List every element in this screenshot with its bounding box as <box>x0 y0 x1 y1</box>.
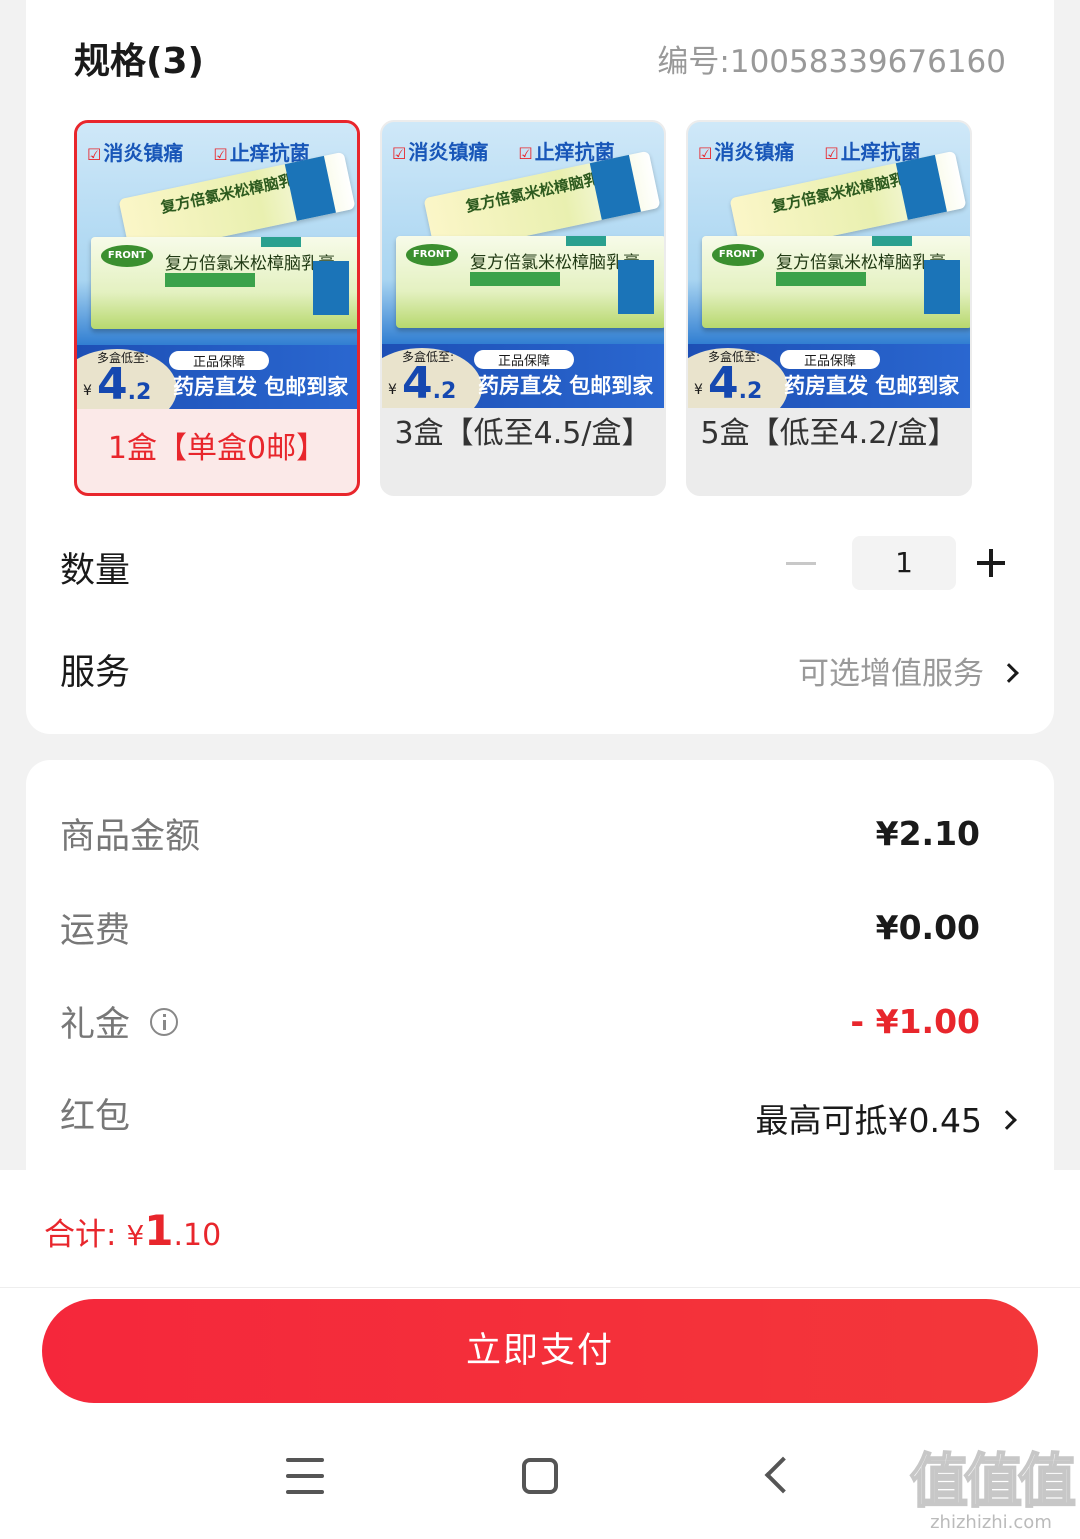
redpack-row[interactable]: 红包 最高可抵¥0.45 <box>60 1088 1017 1140</box>
service-row[interactable]: 服务 可选增值服务 <box>60 644 1019 694</box>
service-label: 服务 <box>60 653 131 693</box>
gift-value: - ¥1.00 <box>850 1002 980 1041</box>
shipping-value: ¥0.00 <box>875 908 980 947</box>
home-icon[interactable] <box>522 1458 558 1494</box>
pay-now-button[interactable]: 立即支付 <box>42 1299 1038 1403</box>
goods-amount-row: 商品金额 ¥2.10 <box>60 808 980 858</box>
total-amount: 合计: ¥1.10 <box>44 1206 222 1255</box>
goods-amount-value: ¥2.10 <box>875 814 980 853</box>
gift-row: 礼金 - ¥1.00 <box>60 996 980 1046</box>
pay-area: 立即支付 值值值 zhizhizhi.com <box>0 1288 1080 1539</box>
service-value: 可选增值服务 <box>798 656 984 692</box>
product-thumbnail: ☑ 消炎镇痛 ☑ 止痒抗菌 复方倍氯米松樟脑乳膏 FRONT 复方倍氯米松樟脑乳膏 多… <box>77 123 357 409</box>
shipping-row: 运费 ¥0.00 <box>60 902 980 952</box>
quantity-input[interactable]: 1 <box>852 536 956 590</box>
chevron-right-icon <box>997 1109 1017 1130</box>
plus-icon[interactable] <box>964 536 1018 590</box>
spec-option-1[interactable]: ☑ 消炎镇痛 ☑ 止痒抗菌 复方倍氯米松樟脑乳膏 FRONT 复方倍氯米松樟脑乳膏 多… <box>74 120 360 496</box>
redpack-label: 红包 <box>60 1097 131 1137</box>
back-icon[interactable] <box>764 1456 802 1494</box>
chevron-right-icon <box>999 662 1019 683</box>
product-thumbnail: ☑ 消炎镇痛 ☑ 止痒抗菌 复方倍氯米松樟脑乳膏 FRONT 复方倍氯米松樟脑乳膏 多… <box>382 122 664 408</box>
quantity-label: 数量 <box>60 551 131 591</box>
goods-amount-label: 商品金额 <box>60 817 201 857</box>
shipping-label: 运费 <box>60 911 131 951</box>
gift-label: 礼金 <box>60 1005 131 1045</box>
product-thumbnail: ☑ 消炎镇痛 ☑ 止痒抗菌 复方倍氯米松樟脑乳膏 FRONT 复方倍氯米松樟脑乳膏 多… <box>688 122 970 408</box>
watermark: 值值值 zhizhizhi.com <box>909 1446 1077 1533</box>
total-bar: 合计: ¥1.10 <box>0 1170 1080 1288</box>
spec-title: 规格(3) <box>74 41 204 82</box>
spec-option-3[interactable]: ☑ 消炎镇痛 ☑ 止痒抗菌 复方倍氯米松樟脑乳膏 FRONT 复方倍氯米松樟脑乳膏 多… <box>380 120 666 496</box>
fee-card: 商品金额 ¥2.10 运费 ¥0.00 礼金 - ¥1.00 红包 最高可抵¥0… <box>26 760 1054 1180</box>
minus-icon[interactable] <box>786 561 816 565</box>
info-icon[interactable] <box>150 1008 179 1036</box>
spec-option-5[interactable]: ☑ 消炎镇痛 ☑ 止痒抗菌 复方倍氯米松樟脑乳膏 FRONT 复方倍氯米松樟脑乳膏 多… <box>686 120 972 496</box>
quantity-stepper: 1 <box>786 536 1018 590</box>
product-code: 编号:10058339676160 <box>657 44 1006 80</box>
menu-icon[interactable] <box>286 1458 324 1494</box>
redpack-value: 最高可抵¥0.45 <box>755 1101 982 1140</box>
spec-options: ☑ 消炎镇痛 ☑ 止痒抗菌 复方倍氯米松樟脑乳膏 FRONT 复方倍氯米松樟脑乳膏 多… <box>74 120 972 496</box>
spec-card: 规格(3) 编号:10058339676160 ☑ 消炎镇痛 ☑ 止痒抗菌 复方倍氯米… <box>26 0 1054 734</box>
spec-option-label: 3盒【低至4.5/盒】 <box>394 416 652 451</box>
spec-option-label: 5盒【低至4.2/盒】 <box>700 416 958 451</box>
quantity-row: 数量 1 <box>60 536 1018 594</box>
spec-option-label: 1盒【单盒0邮】 <box>107 431 327 466</box>
